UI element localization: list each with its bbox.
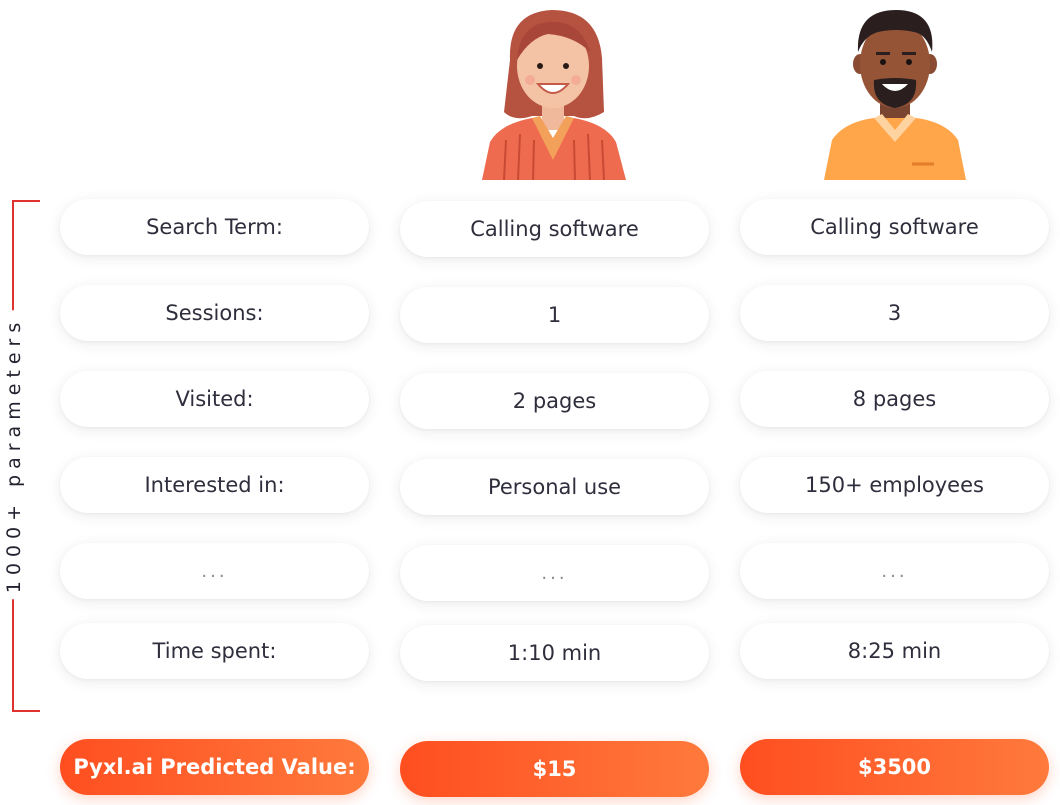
row-a-search-term: Calling software xyxy=(400,201,709,257)
row-a-visited: 2 pages xyxy=(400,373,709,429)
row-a-sessions: 1 xyxy=(400,287,709,343)
row-label-time-spent: Time spent: xyxy=(60,623,369,679)
row-b-search-term: Calling software xyxy=(740,199,1049,255)
row-label-search-term: Search Term: xyxy=(60,199,369,255)
row-b-visited: 8 pages xyxy=(740,371,1049,427)
row-b-ellipsis: ... xyxy=(740,543,1049,599)
bracket-top xyxy=(12,200,40,202)
row-label-interested-in: Interested in: xyxy=(60,457,369,513)
woman-avatar-icon xyxy=(470,0,638,180)
row-b-interested-in: 150+ employees xyxy=(740,457,1049,513)
row-b-time-spent: 8:25 min xyxy=(740,623,1049,679)
row-a-interested-in: Personal use xyxy=(400,459,709,515)
row-a-time-spent: 1:10 min xyxy=(400,625,709,681)
row-label-ellipsis: ... xyxy=(60,543,369,599)
bracket-bottom xyxy=(12,710,40,712)
row-label-visited: Visited: xyxy=(60,371,369,427)
predicted-value-b: $3500 xyxy=(740,739,1049,795)
row-a-ellipsis: ... xyxy=(400,545,709,601)
predicted-value-label: Pyxl.ai Predicted Value: xyxy=(60,739,369,795)
row-b-sessions: 3 xyxy=(740,285,1049,341)
parameters-label: 1000+ parameters xyxy=(3,310,25,600)
man-avatar-icon xyxy=(816,0,974,180)
row-label-sessions: Sessions: xyxy=(60,285,369,341)
predicted-value-a: $15 xyxy=(400,741,709,797)
